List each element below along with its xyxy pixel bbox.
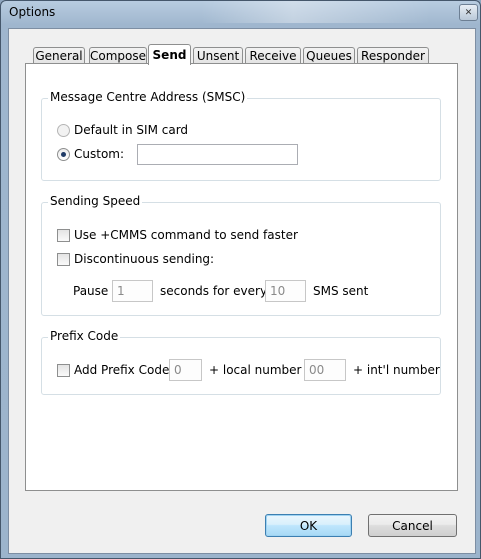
tab-label: Receive xyxy=(249,49,297,63)
sms-sent-label: SMS sent xyxy=(313,284,369,298)
tab-label: Responder xyxy=(361,49,425,63)
checkbox-indicator xyxy=(57,228,70,242)
title-bar[interactable]: Options ✕ xyxy=(1,1,480,27)
custom-label: Custom: xyxy=(74,147,125,161)
tab-label: Send xyxy=(152,48,187,62)
options-window: Options ✕ General Compose Send Unsent Re… xyxy=(0,0,481,559)
cmms-checkbox[interactable]: Use +CMMS command to send faster xyxy=(57,228,298,242)
tab-send[interactable]: Send xyxy=(148,44,191,65)
discontinuous-label: Discontinuous sending: xyxy=(74,252,215,266)
sending-speed-group: Sending Speed Use +CMMS command to send … xyxy=(41,194,441,316)
ok-button[interactable]: OK xyxy=(265,514,352,537)
local-prefix-input[interactable]: 0 xyxy=(169,359,202,381)
local-number-label: + local number xyxy=(209,363,302,377)
cancel-button[interactable]: Cancel xyxy=(368,514,457,537)
dialog-client-area: General Compose Send Unsent Receive Queu… xyxy=(8,28,476,554)
intl-prefix-input[interactable]: 00 xyxy=(304,359,346,381)
custom-radio[interactable]: Custom: xyxy=(57,147,124,161)
smsc-group-legend: Message Centre Address (SMSC) xyxy=(48,90,248,104)
seconds-for-every-label: seconds for every xyxy=(160,284,268,298)
every-count-input[interactable]: 10 xyxy=(265,280,306,302)
title-bar-decoration xyxy=(201,1,431,23)
prefix-code-legend: Prefix Code xyxy=(48,329,121,343)
checkbox-indicator xyxy=(57,252,70,266)
tab-general[interactable]: General xyxy=(33,47,85,64)
radio-indicator xyxy=(57,123,70,137)
tab-label: Queues xyxy=(306,49,352,63)
default-sim-radio[interactable]: Default in SIM card xyxy=(57,123,188,137)
discontinuous-checkbox[interactable]: Discontinuous sending: xyxy=(57,252,214,266)
close-button[interactable]: ✕ xyxy=(459,4,478,21)
add-prefix-checkbox[interactable]: Add Prefix Code xyxy=(57,363,169,377)
tab-compose[interactable]: Compose xyxy=(89,47,147,64)
add-prefix-label: Add Prefix Code xyxy=(74,363,170,377)
checkbox-indicator xyxy=(57,363,70,377)
pause-seconds-input[interactable]: 1 xyxy=(112,280,153,302)
smsc-group: Message Centre Address (SMSC) Default in… xyxy=(41,90,441,181)
cmms-label: Use +CMMS command to send faster xyxy=(74,228,298,242)
pause-label: Pause xyxy=(73,284,109,298)
window-title: Options xyxy=(9,5,56,19)
cancel-button-label: Cancel xyxy=(392,518,433,533)
tab-label: General xyxy=(35,49,83,63)
tab-unsent[interactable]: Unsent xyxy=(193,47,243,64)
tab-label: Compose xyxy=(90,49,147,63)
tab-label: Unsent xyxy=(196,49,240,63)
radio-indicator xyxy=(57,147,70,161)
close-icon: ✕ xyxy=(464,7,473,18)
intl-number-label: + int'l number xyxy=(353,363,440,377)
tab-responder[interactable]: Responder xyxy=(357,47,429,64)
custom-smsc-input[interactable] xyxy=(137,144,298,165)
tab-queues[interactable]: Queues xyxy=(303,47,355,64)
prefix-code-group: Prefix Code Add Prefix Code 0 + local nu… xyxy=(41,329,441,395)
ok-button-label: OK xyxy=(299,518,318,533)
tab-receive[interactable]: Receive xyxy=(245,47,301,64)
default-sim-label: Default in SIM card xyxy=(74,123,189,137)
sending-speed-legend: Sending Speed xyxy=(48,194,143,208)
send-tab-panel: Message Centre Address (SMSC) Default in… xyxy=(25,63,458,491)
